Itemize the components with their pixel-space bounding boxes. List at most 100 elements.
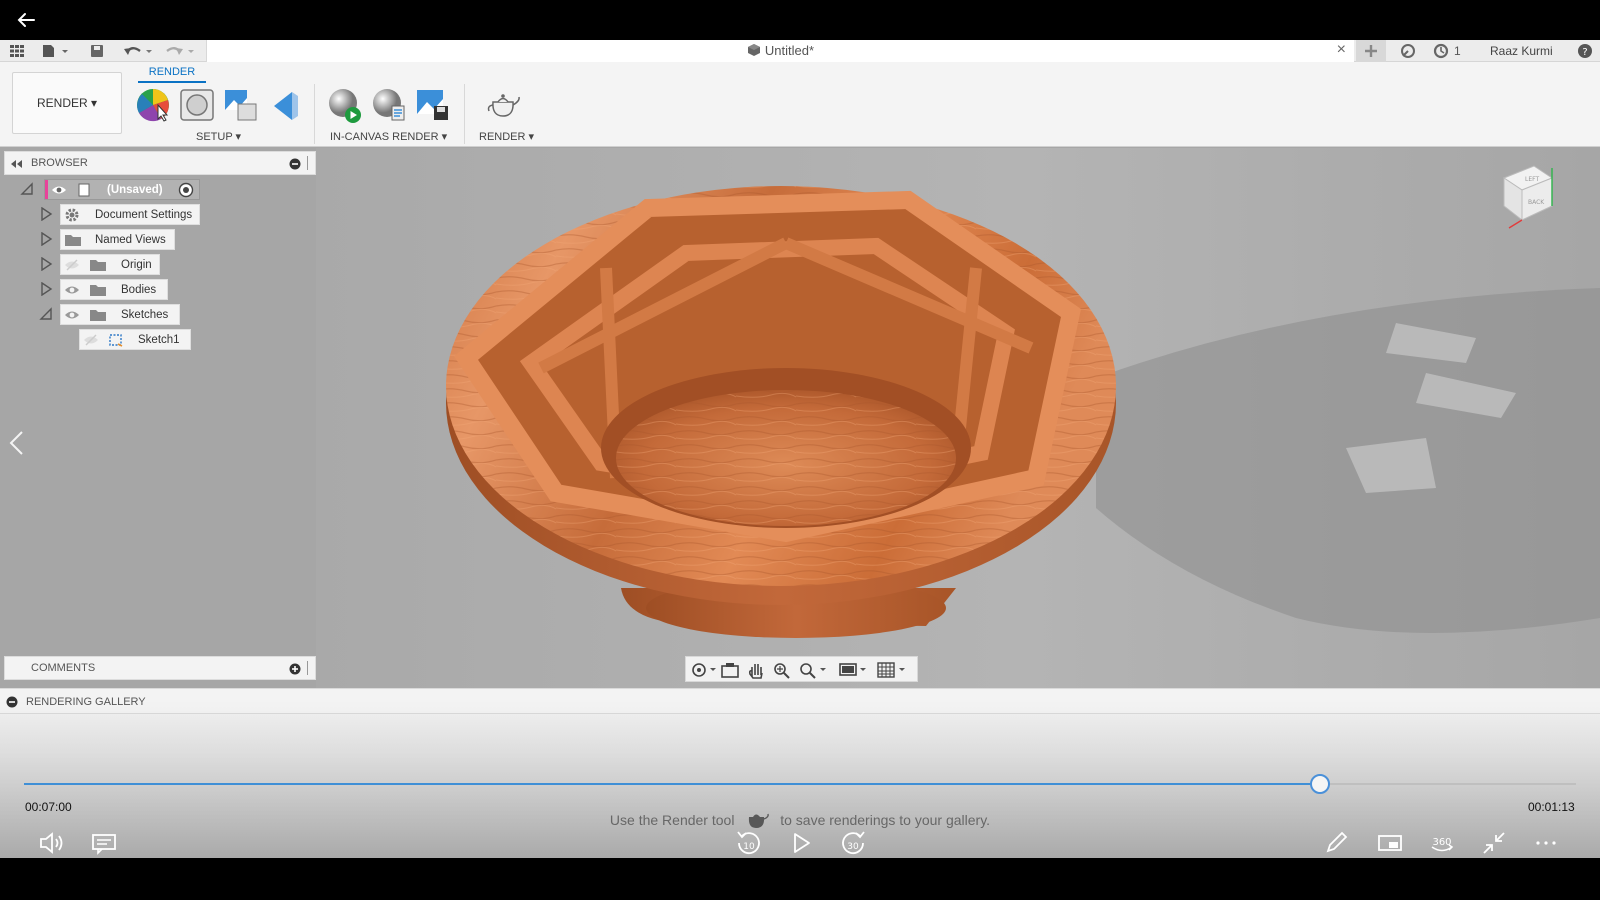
file-menu-icon[interactable] — [40, 43, 72, 59]
zoom-window-icon[interactable] — [798, 661, 828, 679]
eye-icon[interactable] — [64, 284, 80, 296]
picture-in-picture-icon[interactable] — [1374, 828, 1406, 858]
document-tab[interactable]: Untitled* × — [206, 40, 1354, 62]
help-icon[interactable]: ? — [1576, 43, 1594, 59]
document-title-text: Untitled* — [764, 43, 815, 58]
remaining-time: 00:01:13 — [1528, 800, 1575, 814]
pan-hand-icon[interactable] — [746, 661, 766, 679]
expand-bodies-icon[interactable] — [39, 282, 53, 296]
skip-back-label: 10 — [743, 842, 755, 852]
captions-icon[interactable] — [88, 828, 120, 858]
setup-group-label[interactable]: SETUP ▾ — [196, 130, 241, 143]
redo-icon[interactable] — [164, 43, 198, 59]
tree-item-bodies[interactable]: Bodies — [60, 279, 168, 300]
extensions-icon[interactable] — [1398, 43, 1418, 59]
tree-root-label: (Unsaved) — [107, 184, 163, 196]
eye-hidden-icon[interactable] — [83, 334, 99, 346]
vr-360-label: 360 — [1432, 837, 1451, 848]
tree-item-origin[interactable]: Origin — [60, 254, 160, 275]
tree-item-sketch1[interactable]: Sketch1 — [79, 329, 191, 350]
root-color-marker — [45, 180, 48, 199]
pen-icon[interactable] — [1321, 828, 1353, 858]
look-at-icon[interactable] — [720, 661, 740, 679]
seek-bar-progress — [24, 783, 1320, 785]
eye-hidden-icon[interactable] — [64, 259, 80, 271]
back-arrow-icon[interactable] — [12, 6, 40, 34]
panel-resize-handle[interactable] — [307, 156, 308, 170]
rendering-gallery-title: RENDERING GALLERY — [26, 696, 146, 708]
eye-icon[interactable] — [64, 309, 80, 321]
3d-viewport[interactable]: LEFT BACK — [316, 148, 1600, 728]
exit-fullscreen-icon[interactable] — [1478, 828, 1510, 858]
decal-icon[interactable] — [266, 86, 304, 124]
gear-icon — [65, 208, 79, 222]
expand-root-icon[interactable] — [20, 182, 34, 196]
appearance-icon[interactable] — [134, 86, 172, 124]
folder-icon — [65, 235, 81, 246]
scene-settings-icon[interactable] — [178, 86, 216, 124]
chevron-left-icon[interactable] — [6, 428, 26, 458]
workspace-switcher-button[interactable]: RENDER ▾ — [12, 72, 122, 134]
browser-header[interactable]: BROWSER — [4, 151, 316, 175]
close-tab-icon[interactable]: × — [1337, 41, 1346, 59]
display-settings-icon[interactable] — [838, 661, 868, 679]
collapse-double-arrow-icon[interactable] — [10, 159, 24, 169]
zoom-icon[interactable] — [772, 661, 792, 679]
tree-root-unsaved[interactable]: (Unsaved) — [44, 179, 200, 200]
undo-icon[interactable] — [122, 43, 156, 59]
apps-grid-icon[interactable] — [8, 43, 26, 59]
in-canvas-render-icon[interactable] — [326, 86, 364, 124]
folder-icon — [90, 285, 106, 296]
sketch-icon — [109, 334, 123, 347]
tree-item-named-views[interactable]: Named Views — [60, 229, 175, 250]
skip-back-10-icon[interactable]: 10 — [733, 828, 765, 858]
texture-map-icon[interactable] — [222, 86, 260, 124]
minus-circle-icon[interactable] — [289, 158, 301, 170]
player-top-bar — [0, 0, 1600, 40]
in-canvas-render-settings-icon[interactable] — [370, 86, 408, 124]
play-icon[interactable] — [785, 828, 817, 858]
expand-document-settings-icon[interactable] — [39, 207, 53, 221]
seek-thumb[interactable] — [1309, 774, 1330, 794]
expand-origin-icon[interactable] — [39, 257, 53, 271]
elapsed-time: 00:07:00 — [25, 800, 72, 814]
save-icon[interactable] — [88, 43, 106, 59]
render-group-label[interactable]: RENDER ▾ — [479, 130, 534, 143]
tab-render[interactable]: RENDER — [138, 66, 206, 83]
svg-text:?: ? — [1582, 47, 1587, 58]
user-name[interactable]: Raaz Kurmi — [1490, 44, 1553, 58]
collapse-sketches-icon[interactable] — [39, 307, 53, 321]
tree-item-document-settings[interactable]: Document Settings — [60, 204, 200, 225]
skip-forward-30-icon[interactable]: 30 — [837, 828, 869, 858]
new-tab-plus-icon[interactable] — [1356, 40, 1386, 62]
plus-circle-icon[interactable] — [289, 663, 301, 675]
minus-circle-icon[interactable] — [6, 696, 18, 708]
orbit-icon[interactable] — [690, 661, 718, 679]
document-title: Untitled* — [207, 43, 1354, 58]
panel-resize-handle[interactable] — [307, 661, 308, 675]
comments-header[interactable]: COMMENTS — [4, 656, 316, 680]
browser-title: BROWSER — [31, 157, 88, 169]
vr-360-icon[interactable]: 360 — [1426, 828, 1458, 858]
more-options-icon[interactable] — [1530, 828, 1562, 858]
document-icon — [78, 183, 90, 197]
tree-item-label: Sketches — [121, 309, 169, 321]
toolbar-ribbon: RENDER ▾ RENDER SETUP ▾ IN-CANVAS RENDER… — [0, 62, 1600, 147]
expand-named-views-icon[interactable] — [39, 232, 53, 246]
tree-item-label: Origin — [121, 259, 152, 271]
capture-image-icon[interactable] — [414, 86, 452, 124]
render-teapot-icon[interactable] — [484, 86, 522, 124]
radio-activate-icon[interactable] — [178, 182, 194, 198]
seek-bar[interactable] — [24, 774, 1576, 794]
in-canvas-render-group-label[interactable]: IN-CANVAS RENDER ▾ — [330, 130, 447, 143]
ribbon-separator — [464, 84, 465, 144]
eye-icon[interactable] — [51, 184, 67, 196]
tree-item-sketches[interactable]: Sketches — [60, 304, 180, 325]
grid-settings-icon[interactable] — [876, 661, 908, 679]
render-teapot-icon — [749, 813, 770, 828]
gallery-hint-start: Use the Render tool — [609, 812, 735, 828]
tree-item-label: Document Settings — [95, 209, 193, 221]
rendering-gallery-header[interactable]: RENDERING GALLERY — [0, 688, 1600, 714]
volume-icon[interactable] — [36, 828, 68, 858]
job-status-icon[interactable] — [1432, 43, 1452, 59]
